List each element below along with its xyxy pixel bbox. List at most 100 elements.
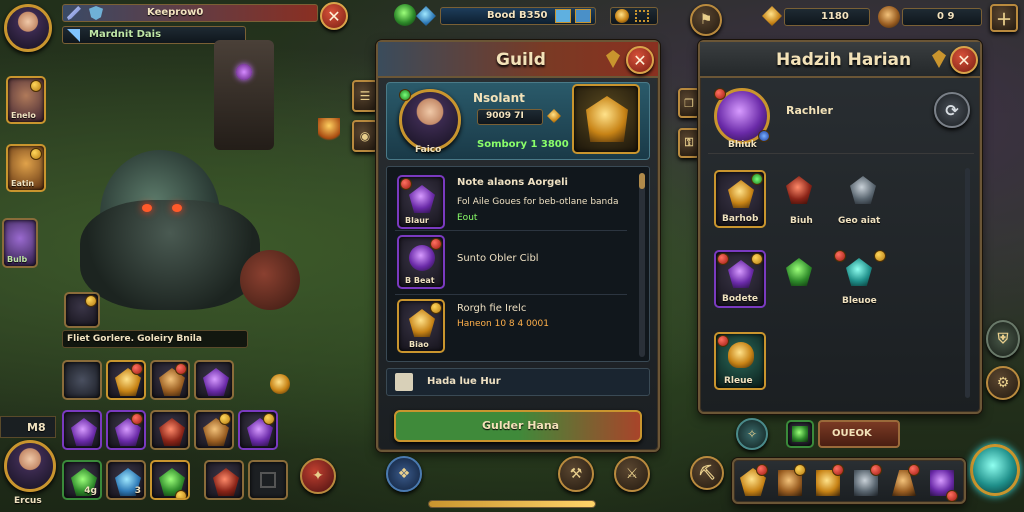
hero-2-badge — [30, 148, 42, 160]
guild-action-button[interactable]: Gulder Hana — [394, 410, 642, 442]
reward-item-4-badge — [717, 253, 729, 265]
top-close-button[interactable]: ✕ — [320, 2, 348, 30]
reward-item-6[interactable]: Bleuoe — [834, 250, 886, 308]
action-bar-item-5[interactable] — [890, 464, 920, 500]
reward-item-7[interactable]: Rleue — [714, 332, 766, 390]
guild-action-label: Gulder Hana — [482, 419, 560, 432]
rewards-bottom-button[interactable]: OUEOK — [818, 420, 900, 448]
portal-orb-button[interactable] — [970, 444, 1020, 496]
guild-title: Guild — [496, 50, 546, 70]
guild-row-1-title: Note alaons Aorgeli — [457, 177, 568, 188]
inv-slot-11[interactable]: 3 — [106, 460, 146, 500]
steel-shard-icon — [850, 176, 876, 204]
reward-item-6-badge — [834, 250, 846, 262]
right-edge-settings-button[interactable]: ⚙ — [986, 366, 1020, 400]
hero-1-label: Enelo — [11, 111, 36, 120]
guild-row-1-sub: Eout — [457, 213, 478, 223]
green-item-slot[interactable] — [786, 420, 814, 448]
featured-icon-label: Bhiuk — [728, 140, 757, 150]
inv-slot-2[interactable] — [106, 360, 146, 400]
crystal-icon — [416, 6, 436, 26]
inv-slot-6[interactable] — [106, 410, 146, 450]
golden-helmet-icon — [586, 96, 628, 142]
reward-item-4[interactable]: Bodete — [714, 250, 766, 308]
guild-row-3[interactable]: Biao Rorgh fie Irelc Haneon 10 8 4 0001 — [395, 297, 627, 359]
guild-footer-row[interactable]: Hada lue Hur — [386, 368, 650, 396]
hero-slot-1[interactable]: Enelo — [6, 76, 46, 124]
guild-tab-chat[interactable]: ◉ — [352, 120, 378, 152]
rewards-tab-gift[interactable]: ❒ — [678, 88, 700, 118]
menu-plus-button[interactable]: ＋ — [990, 4, 1018, 32]
stone-totem — [214, 40, 274, 150]
inv-slot-13[interactable] — [204, 460, 244, 500]
action-4-badge — [870, 464, 882, 476]
inv-slot-10[interactable]: 4g — [62, 460, 102, 500]
scroll-map-button[interactable]: ❖ — [386, 456, 422, 492]
action-bar-item-3[interactable] — [814, 464, 844, 500]
guild-tab-list[interactable]: ☰ — [352, 80, 378, 112]
bottom-hero-portrait[interactable] — [4, 440, 56, 492]
arcane-orb-icon — [409, 245, 435, 271]
guild-crest-slot[interactable] — [572, 84, 640, 154]
guild-list: Blaur Note alaons Aorgeli Fol Aile Goues… — [386, 166, 650, 362]
inv-slot-14[interactable] — [248, 460, 288, 500]
build-button[interactable]: ⛏ — [690, 456, 724, 490]
guild-list-scroll-thumb[interactable] — [639, 173, 645, 189]
reward-item-1-label: Barhob — [722, 214, 759, 224]
reward-item-1[interactable]: Barhob — [714, 170, 766, 228]
inv-slot-12-badge — [175, 490, 187, 498]
refresh-button[interactable]: ⟳ — [934, 92, 970, 128]
guild-row-2[interactable]: B Beat Sunto Obler Cibl — [395, 233, 627, 295]
player-avatar[interactable] — [4, 4, 52, 52]
inv-count-2: 3 — [134, 486, 141, 496]
inv-slot-7[interactable] — [150, 410, 190, 450]
guild-close-button[interactable]: ✕ — [626, 46, 654, 74]
inv-slot-4[interactable] — [194, 360, 234, 400]
boost-icon-2[interactable] — [575, 9, 591, 23]
inv-slot-8[interactable] — [194, 410, 234, 450]
boost-icon[interactable] — [555, 9, 571, 23]
action-bar-item-1[interactable] — [738, 464, 768, 500]
resource-value: Bood B350 — [487, 10, 548, 21]
guild-row-3-icon-label: Biao — [409, 340, 429, 349]
guild-row-1[interactable]: Blaur Note alaons Aorgeli Fol Aile Goues… — [395, 169, 627, 231]
inv-slot-3[interactable] — [150, 360, 190, 400]
action-bar-item-4[interactable] — [852, 464, 882, 500]
forge-button[interactable]: ⚒ — [558, 456, 594, 492]
guild-row-1-icon-label: Blaur — [405, 216, 429, 225]
action-bar-item-2[interactable] — [776, 464, 806, 500]
guild-row-3-title: Rorgh fie Irelc — [457, 303, 527, 314]
inv-slot-1[interactable] — [62, 360, 102, 400]
top-shield-button[interactable]: ⚑ — [690, 4, 722, 36]
inventory-mini-bar[interactable] — [610, 7, 658, 25]
hero-slot-3[interactable]: Bulb — [2, 218, 38, 268]
grid-icon — [635, 10, 649, 22]
rewards-close-button[interactable]: ✕ — [950, 46, 978, 74]
reward-item-5[interactable] — [774, 250, 826, 308]
battle-button[interactable]: ⚔ — [614, 456, 650, 492]
currency-value: 1180 — [821, 11, 849, 22]
right-edge-shield-button[interactable]: ⛨ — [986, 320, 1020, 358]
guild-row-2-badge — [430, 238, 442, 250]
compass-button[interactable]: ✧ — [736, 418, 768, 450]
top-left-hud: Keeprow0 Mardnit Dais ✕ — [0, 0, 360, 52]
reward-item-3[interactable]: Geo aiat — [834, 170, 894, 228]
featured-badge — [714, 88, 726, 100]
action-bar-item-6[interactable] — [928, 464, 958, 502]
rewards-scrollbar[interactable] — [965, 168, 970, 398]
torch-icon — [318, 118, 340, 144]
guild-row-3-icon: Biao — [397, 299, 445, 353]
reward-item-2[interactable]: Biuh — [774, 170, 826, 228]
inv-slot-12[interactable] — [150, 460, 190, 500]
guild-row-3-sub: Haneon 10 8 4 0001 — [457, 319, 549, 329]
attack-skill-button[interactable]: ✦ — [300, 458, 336, 494]
hero-slot-2[interactable]: Eatin — [6, 144, 46, 192]
rewards-tab-key[interactable]: ⚿ — [678, 128, 700, 158]
selected-item-slot[interactable] — [64, 292, 100, 328]
inv-slot-9[interactable] — [238, 410, 278, 450]
guild-list-scrollbar[interactable] — [639, 173, 645, 357]
inv-slot-5[interactable] — [62, 410, 102, 450]
wood-icon — [878, 6, 900, 28]
rank-icon — [67, 29, 80, 42]
rewards-emblem-icon — [932, 50, 946, 68]
